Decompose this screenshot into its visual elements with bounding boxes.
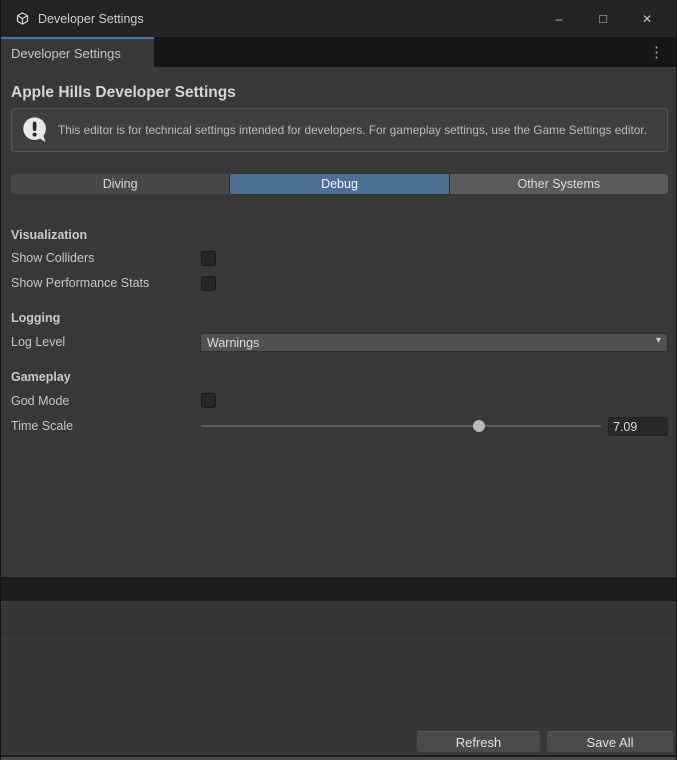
panel-divider [1,577,676,601]
label-show-colliders: Show Colliders [11,251,94,265]
titlebar: Developer Settings – □ ✕ [1,0,676,37]
checkbox-show-performance-stats[interactable] [201,276,216,291]
label-show-performance-stats: Show Performance Stats [11,276,149,290]
tab-strip: Developer Settings ⋮ [1,37,676,67]
log-level-dropdown[interactable]: Warnings ▾ [200,333,668,352]
minimize-button[interactable]: – [537,0,581,37]
label-time-scale: Time Scale [11,419,73,433]
slider-handle[interactable] [473,420,485,432]
helpbox-text: This editor is for technical settings in… [58,123,647,138]
tab-label: Developer Settings [11,46,121,61]
info-bubble-icon [21,116,50,145]
window-controls: – □ ✕ [537,0,669,37]
page-title: Apple Hills Developer Settings [11,84,236,102]
chevron-down-icon: ▾ [656,335,661,346]
checkbox-god-mode[interactable] [201,393,216,408]
slider-track[interactable] [201,425,601,427]
lower-panel-divider-line [1,633,676,634]
unity-logo-icon [15,11,30,26]
window-title: Developer Settings [38,12,144,26]
helpbox: This editor is for technical settings in… [11,108,668,152]
toolbar-tabs: Diving Debug Other Systems [11,174,668,194]
time-scale-slider[interactable] [201,414,601,438]
developer-settings-window: Developer Settings – □ ✕ Developer Setti… [0,0,677,760]
log-level-value: Warnings [207,336,259,350]
label-god-mode: God Mode [11,394,69,408]
toolbar-tab-other-systems[interactable]: Other Systems [450,174,668,194]
toolbar-tab-diving[interactable]: Diving [11,174,230,194]
maximize-button[interactable]: □ [581,0,625,37]
time-scale-field[interactable] [608,417,668,436]
close-button[interactable]: ✕ [625,0,669,37]
save-all-button[interactable]: Save All [546,731,674,753]
tab-menu-kebab-icon[interactable]: ⋮ [649,37,664,67]
section-title-logging: Logging [11,311,60,325]
section-title-gameplay: Gameplay [11,370,71,384]
refresh-button[interactable]: Refresh [416,731,541,753]
tab-developer-settings[interactable]: Developer Settings [1,37,154,67]
label-log-level: Log Level [11,335,65,349]
section-title-visualization: Visualization [11,228,87,242]
checkbox-show-colliders[interactable] [201,251,216,266]
toolbar-tab-debug[interactable]: Debug [230,174,449,194]
